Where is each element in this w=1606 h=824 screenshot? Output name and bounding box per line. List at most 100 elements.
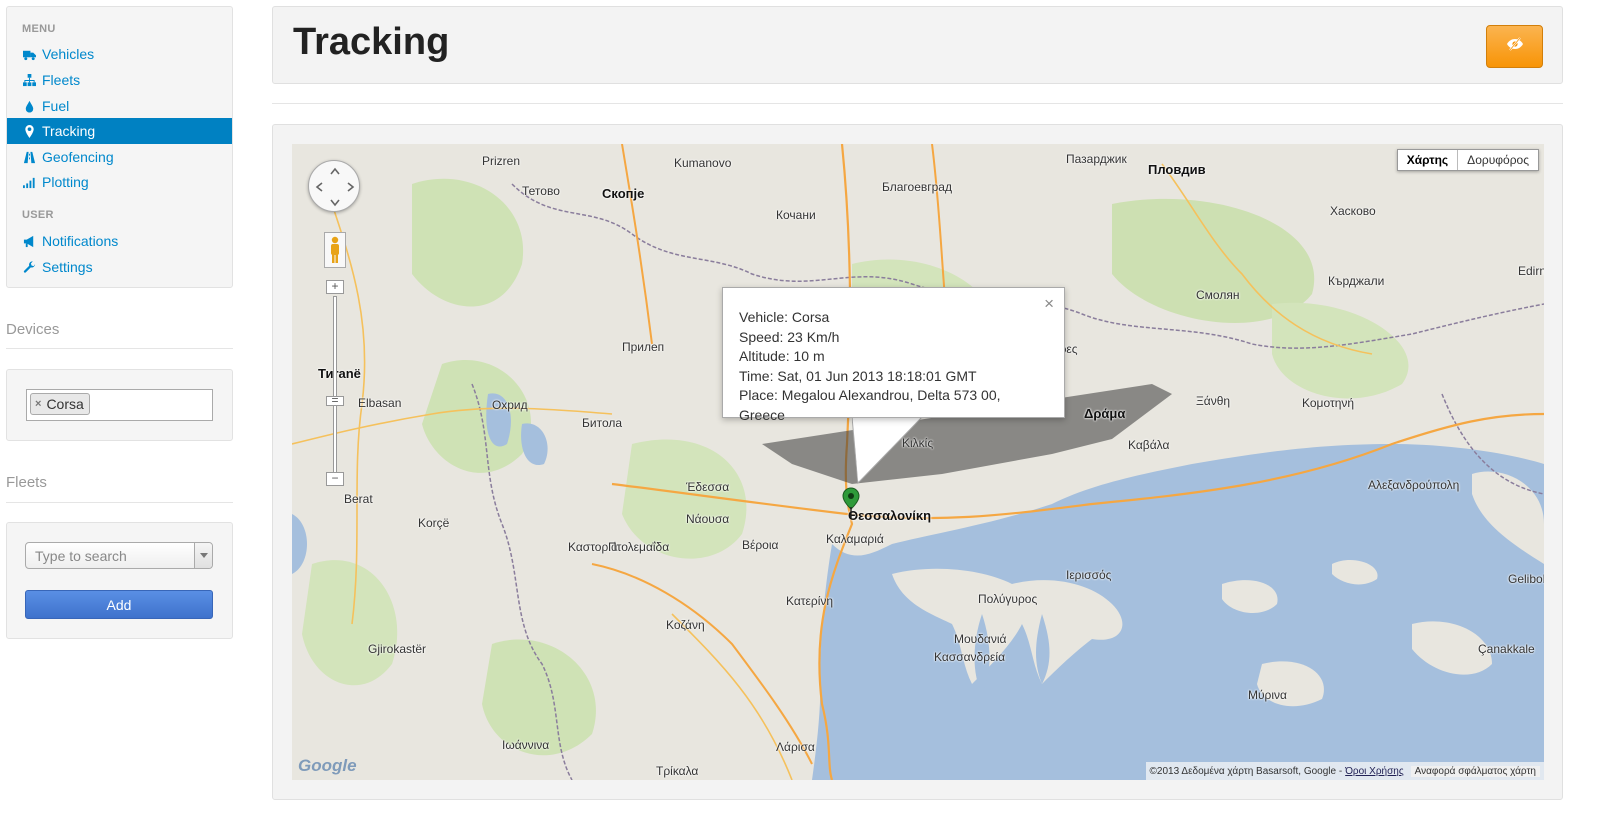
chevron-down-icon[interactable] (194, 543, 212, 568)
map-label: Gelibolu (1508, 572, 1544, 586)
info-window-tail (852, 417, 923, 485)
drop-icon (22, 99, 36, 113)
fleet-search-placeholder: Type to search (35, 547, 127, 564)
map-label: Скопје (602, 186, 645, 201)
sidebar-item-settings[interactable]: Settings (7, 254, 232, 280)
map-canvas[interactable]: Пловдив Скопје Prizren Kumanovo Тетово К… (292, 144, 1544, 780)
road-icon (22, 150, 36, 164)
map-label: Μύρινα (1248, 688, 1287, 702)
map-label: Хасково (1330, 204, 1376, 218)
map-label: Βέροια (742, 538, 779, 552)
map-label: Δράμα (1084, 406, 1126, 421)
map-label: Μουδανιά (954, 632, 1007, 646)
toggle-visibility-button[interactable] (1486, 25, 1543, 68)
vehicle-marker[interactable] (842, 487, 860, 524)
remove-icon[interactable]: × (35, 398, 41, 410)
map-label: Λάρισα (776, 740, 815, 754)
map-label: Prizren (482, 154, 521, 168)
sidebar-item-vehicles[interactable]: Vehicles (7, 41, 232, 67)
map-label: Ξάνθη (1196, 394, 1231, 408)
map-label: Çanakkale (1478, 642, 1535, 656)
map-label: Кърджали (1328, 274, 1385, 288)
info-window: × Vehicle: Corsa Speed: 23 Km/h Altitude… (722, 287, 1065, 423)
sidebar-item-tracking[interactable]: Tracking (7, 118, 232, 144)
map-label: Gjirokastër (368, 642, 427, 656)
devices-select[interactable]: × Corsa (26, 389, 213, 421)
devices-title: Devices (6, 321, 60, 338)
map-label: Пазарджик (1066, 152, 1127, 166)
map-type-map-button[interactable]: Χάρτης (1398, 150, 1459, 170)
divider (6, 348, 233, 349)
map-label: Ιερισσός (1066, 568, 1112, 582)
street-view-pegman[interactable] (324, 232, 346, 268)
map-label: Охрид (492, 398, 528, 412)
map-panel: Пловдив Скопје Prizren Kumanovo Тетово К… (272, 124, 1563, 800)
sidebar-item-geofencing[interactable]: Geofencing (7, 144, 232, 170)
sidebar-item-plotting[interactable]: Plotting (7, 169, 232, 195)
pan-arrows-icon (315, 167, 355, 207)
menu-header: MENU (22, 23, 56, 35)
pan-control[interactable] (308, 160, 360, 212)
sidebar-item-label: Fuel (42, 98, 70, 114)
info-speed: Speed: 23 Km/h (739, 328, 840, 345)
divider (272, 103, 1563, 104)
map-label: Пловдив (1148, 162, 1206, 177)
sidebar-item-label: Tracking (42, 123, 96, 139)
user-header: USER (22, 209, 54, 221)
fleets-panel: Type to search Add (6, 522, 233, 639)
map-label: Πολύγυρος (978, 592, 1038, 606)
sidebar-item-label: Vehicles (42, 46, 95, 62)
sidebar-item-notifications[interactable]: Notifications (7, 228, 232, 254)
map-label: Битола (582, 416, 623, 430)
sidebar-menu: MENU Vehicles Fleets Fuel Tracking Geofe… (6, 6, 233, 288)
eye-slash-icon (1506, 37, 1524, 56)
map-type-control: Χάρτης Δορυφόρος (1396, 149, 1539, 171)
zoom-slider-handle[interactable]: = (326, 394, 344, 406)
wrench-icon (22, 260, 36, 274)
map-label: Berat (344, 492, 373, 506)
divider (6, 502, 233, 503)
zoom-out-button[interactable]: − (326, 472, 344, 486)
truck-icon (22, 47, 36, 61)
map-pin-icon (842, 487, 860, 518)
fleet-search-select[interactable]: Type to search (25, 542, 213, 569)
map-label: Κοζάνη (666, 618, 705, 632)
map-label: Смолян (1196, 288, 1240, 302)
map-label: Έδεσσα (686, 480, 730, 494)
close-icon[interactable]: × (1044, 294, 1054, 314)
sidebar-item-fleets[interactable]: Fleets (7, 67, 232, 93)
map-label: Тетово (522, 184, 560, 198)
map-label: Καβάλα (1128, 438, 1170, 452)
map-label: Τρίκαλα (656, 764, 699, 778)
add-fleet-button[interactable]: Add (25, 590, 213, 619)
map-label: Νάουσα (686, 512, 730, 526)
report-error-link[interactable]: Αναφορά σφάλματος χάρτη (1410, 765, 1540, 777)
zoom-in-button[interactable]: + (326, 280, 344, 294)
sidebar-item-label: Geofencing (42, 149, 114, 165)
sidebar-item-fuel[interactable]: Fuel (7, 93, 232, 119)
zoom-slider-track[interactable] (333, 296, 337, 476)
map-marker-icon (22, 124, 36, 138)
map-label: Καλαμαριά (826, 532, 884, 546)
info-place: Place: Megalou Alexandrou, Delta 573 00,… (739, 387, 1001, 423)
attribution-text: ©2013 Δεδομένα χάρτη Basarsoft, Google - (1149, 765, 1343, 777)
map-label: Кочани (776, 208, 816, 222)
google-logo[interactable]: Google (298, 756, 357, 776)
map-label: Прилеп (622, 340, 665, 354)
devices-panel: × Corsa (6, 369, 233, 441)
device-chip-label: Corsa (46, 396, 84, 412)
bullhorn-icon (22, 234, 36, 248)
page-title: Tracking (293, 21, 450, 63)
map-label: Πτολεμαΐδα (608, 540, 670, 554)
device-chip[interactable]: × Corsa (30, 393, 90, 415)
sidebar-item-label: Plotting (42, 174, 89, 190)
map-label: Elbasan (358, 396, 402, 410)
terms-link[interactable]: Όροι Χρήσης (1345, 766, 1403, 777)
map-type-satellite-button[interactable]: Δορυφόρος (1458, 150, 1538, 170)
map-attribution: ©2013 Δεδομένα χάρτη Basarsoft, Google -… (1145, 762, 1544, 780)
sidebar-item-label: Fleets (42, 72, 81, 88)
map-label: Ιωάννινα (502, 738, 550, 752)
info-vehicle: Vehicle: Corsa (739, 309, 830, 325)
sitemap-icon (22, 73, 36, 87)
map-label: Κομοτηνή (1302, 396, 1355, 410)
